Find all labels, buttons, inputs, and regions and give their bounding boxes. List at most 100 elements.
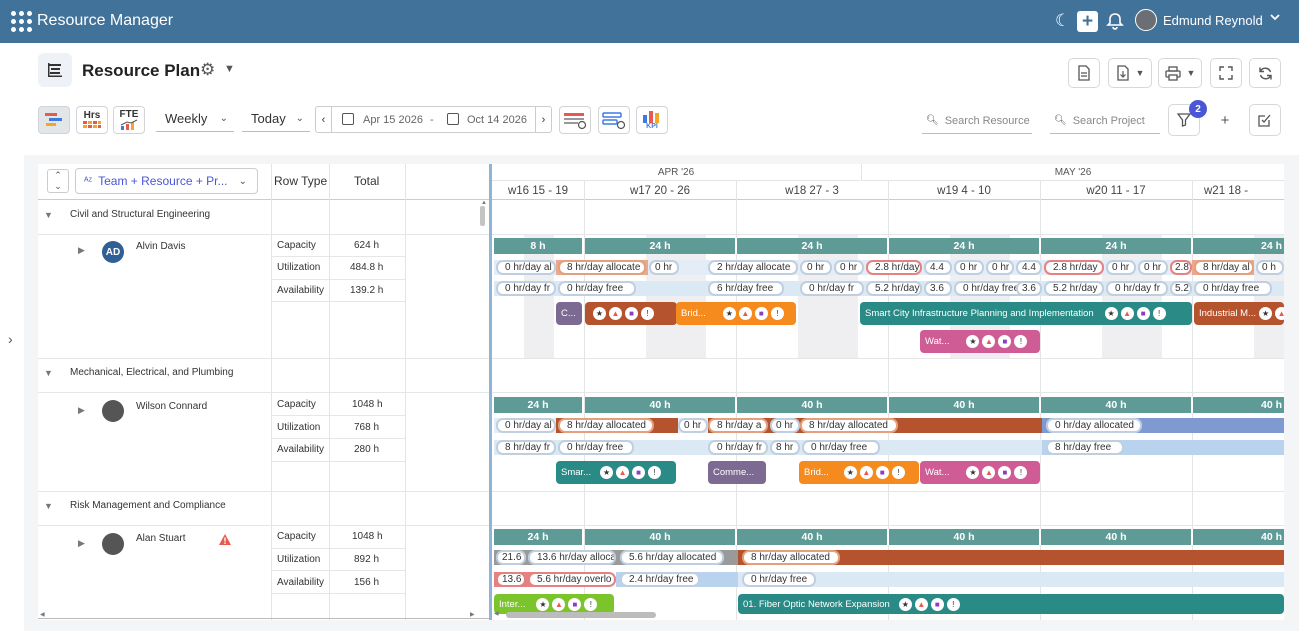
- availability-pill[interactable]: 5.2 hr/day: [1044, 281, 1104, 296]
- export-button[interactable]: ▼: [1108, 58, 1152, 88]
- add-icon[interactable]: +: [1077, 11, 1098, 32]
- gantt-view-button[interactable]: [38, 106, 70, 134]
- info-icon[interactable]: !: [648, 466, 662, 479]
- availability-pill[interactable]: 3.6: [924, 281, 952, 296]
- utilization-pill[interactable]: 0 hr: [770, 418, 800, 433]
- approve-button[interactable]: [1249, 104, 1281, 136]
- availability-pill[interactable]: 5.6 hr/day overlo: [528, 572, 616, 587]
- square-icon[interactable]: ■: [754, 307, 768, 320]
- utilization-pill[interactable]: 8 hr/day a: [708, 418, 768, 433]
- scroll-up-icon[interactable]: ▲: [481, 200, 487, 206]
- user-avatar[interactable]: [1135, 9, 1157, 31]
- expand-resource-icon[interactable]: ▶: [78, 405, 85, 416]
- utilization-pill[interactable]: 0 hr: [649, 260, 679, 275]
- scroll-right-icon[interactable]: ▶: [470, 611, 475, 618]
- resource-name[interactable]: Alvin Davis: [136, 241, 185, 252]
- triangle-icon[interactable]: ▲: [1120, 307, 1134, 320]
- star-icon[interactable]: ★: [1259, 307, 1273, 320]
- info-icon[interactable]: !: [584, 597, 598, 611]
- utilization-pill[interactable]: 0 hr: [834, 260, 864, 275]
- utilization-pill[interactable]: 0 hr: [986, 260, 1014, 275]
- info-icon[interactable]: !: [1014, 335, 1028, 348]
- availability-pill[interactable]: 5.2 hr/day: [866, 281, 922, 296]
- apps-grid-icon[interactable]: [11, 11, 32, 32]
- resource-name[interactable]: Alan Stuart: [136, 533, 185, 544]
- utilization-pill[interactable]: 0 hr: [1106, 260, 1136, 275]
- project-bar[interactable]: C...: [556, 302, 582, 325]
- triangle-icon[interactable]: ▲: [616, 466, 630, 479]
- triangle-icon[interactable]: ▲: [982, 466, 996, 479]
- utilization-pill[interactable]: 0 hr/day al: [496, 418, 556, 433]
- utilization-pill[interactable]: 0 hr/day allocated: [1046, 418, 1142, 433]
- utilization-pill[interactable]: 2.8 hr/day: [866, 260, 922, 275]
- info-icon[interactable]: !: [641, 307, 654, 320]
- availability-pill[interactable]: 13.6: [496, 572, 526, 587]
- group-by-select[interactable]: ᴬᶻ Team + Resource + Pr... ⌄: [75, 168, 258, 194]
- triangle-icon[interactable]: ▲: [738, 307, 752, 320]
- star-icon[interactable]: ★: [898, 597, 912, 611]
- availability-pill[interactable]: 6 hr/day free: [708, 281, 784, 296]
- availability-pill[interactable]: 8 hr/day fr: [496, 440, 556, 455]
- chevron-right-icon[interactable]: ›: [535, 107, 551, 132]
- add-button[interactable]: +: [1209, 104, 1241, 136]
- row-settings-button[interactable]: [559, 106, 591, 134]
- collapse-team-icon[interactable]: ▼: [44, 368, 53, 378]
- utilization-pill[interactable]: 5.6 hr/day allocated: [620, 550, 724, 565]
- star-icon[interactable]: ★: [593, 307, 606, 320]
- triangle-icon[interactable]: ▲: [859, 466, 873, 479]
- star-icon[interactable]: ★: [600, 466, 614, 479]
- project-bar[interactable]: Industrial M... ★ ▲: [1194, 302, 1284, 325]
- fte-view-button[interactable]: FTE: [113, 106, 145, 134]
- triangle-icon[interactable]: ▲: [914, 597, 928, 611]
- availability-pill[interactable]: 0 hr/day fr: [1106, 281, 1168, 296]
- project-bar[interactable]: Inter... ★ ▲ ■!: [494, 594, 614, 614]
- triangle-icon[interactable]: ▲: [982, 335, 996, 348]
- availability-pill[interactable]: 0 hr/day free: [742, 572, 816, 587]
- availability-pill[interactable]: 5.2: [1170, 281, 1192, 296]
- utilization-pill[interactable]: 2.8 hr/day: [1044, 260, 1104, 275]
- search-resource-input[interactable]: 🔍︎ Search Resource: [922, 108, 1032, 134]
- calendar-icon[interactable]: [447, 113, 459, 125]
- calendar-icon[interactable]: [342, 113, 354, 125]
- dark-mode-icon[interactable]: ☾: [1055, 9, 1070, 33]
- horizontal-scrollbar[interactable]: [506, 612, 656, 618]
- utilization-pill[interactable]: 13.6 hr/day alloca: [528, 550, 616, 565]
- square-icon[interactable]: ■: [632, 466, 646, 479]
- project-bar[interactable]: Smart City Infrastructure Planning and I…: [860, 302, 1192, 325]
- utilization-pill[interactable]: 4.4: [1016, 260, 1042, 275]
- info-icon[interactable]: !: [1014, 466, 1028, 479]
- utilization-pill[interactable]: 2.8: [1170, 260, 1192, 275]
- project-bar[interactable]: Brid... ★ ▲ ■!: [676, 302, 796, 325]
- project-bar[interactable]: Wat... ★ ▲ ■!: [920, 330, 1040, 353]
- user-name[interactable]: Edmund Reynold: [1163, 13, 1263, 28]
- today-select[interactable]: Today ⌄: [242, 106, 310, 132]
- availability-pill[interactable]: 0 hr/day fr: [708, 440, 768, 455]
- utilization-pill[interactable]: 0 h: [1256, 260, 1284, 275]
- project-bar[interactable]: Comme...: [708, 461, 766, 484]
- print-button[interactable]: ▼: [1158, 58, 1202, 88]
- availability-pill[interactable]: 2.4 hr/day free: [620, 572, 700, 587]
- availability-pill[interactable]: 0 hr/day fr: [800, 281, 864, 296]
- scroll-left-icon[interactable]: ◀: [494, 610, 499, 617]
- expand-resource-icon[interactable]: ▶: [78, 538, 85, 549]
- square-icon[interactable]: ■: [625, 307, 638, 320]
- document-button[interactable]: [1068, 58, 1100, 88]
- chevron-down-icon[interactable]: [1269, 11, 1281, 26]
- star-icon[interactable]: ★: [1104, 307, 1118, 320]
- star-icon[interactable]: ★: [536, 597, 550, 611]
- star-icon[interactable]: ★: [843, 466, 857, 479]
- info-icon[interactable]: !: [946, 597, 960, 611]
- expand-collapse-button[interactable]: ⌃ ⌄: [47, 169, 69, 193]
- availability-pill[interactable]: 3.6: [1016, 281, 1042, 296]
- scroll-left-icon[interactable]: ◀: [40, 611, 45, 618]
- utilization-pill[interactable]: 8 hr/day al: [1194, 260, 1254, 275]
- collapse-team-icon[interactable]: ▼: [44, 210, 53, 220]
- availability-pill[interactable]: 8 hr/day free: [1046, 440, 1124, 455]
- square-icon[interactable]: ■: [1136, 307, 1150, 320]
- utilization-pill[interactable]: 0 hr: [678, 418, 708, 433]
- resource-name[interactable]: Wilson Connard: [136, 401, 207, 412]
- info-icon[interactable]: !: [891, 466, 905, 479]
- square-icon[interactable]: ■: [568, 597, 582, 611]
- project-bar[interactable]: ★ ▲ ■!: [585, 302, 677, 325]
- utilization-pill[interactable]: 8 hr/day allocated: [742, 550, 840, 565]
